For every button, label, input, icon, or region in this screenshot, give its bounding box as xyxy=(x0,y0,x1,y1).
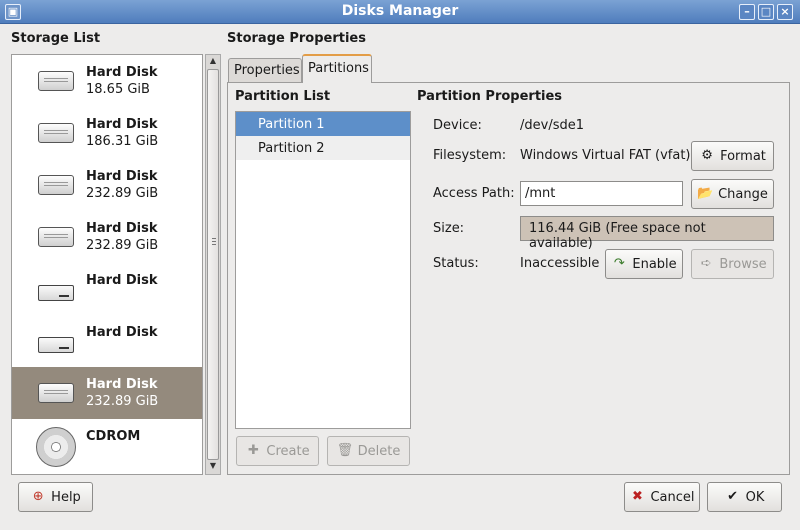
device-value: /dev/sde1 xyxy=(520,118,584,133)
format-icon: ⚙ xyxy=(701,148,713,163)
cancel-x-icon: ✖ xyxy=(632,489,643,504)
enable-arrow-icon: ↷ xyxy=(613,256,625,271)
storage-item[interactable]: Hard Disk 232.89 GiB xyxy=(12,211,202,263)
enable-button[interactable]: ↷ Enable xyxy=(605,249,683,279)
storage-item-name: Hard Disk xyxy=(86,117,158,132)
partition-list[interactable]: Partition 1 Partition 2 xyxy=(235,111,411,429)
partition-item[interactable]: Partition 2 xyxy=(236,136,410,160)
storage-item[interactable]: CDROM xyxy=(12,419,202,471)
partition-list-title: Partition List xyxy=(235,89,331,104)
tab-partitions[interactable]: Partitions xyxy=(302,54,372,83)
folder-icon: 📂 xyxy=(697,186,714,201)
window-title: Disks Manager xyxy=(341,3,459,19)
hard-disk-icon xyxy=(38,175,74,195)
maximize-button[interactable]: □ xyxy=(758,4,774,20)
storage-item[interactable]: Hard Disk xyxy=(12,315,202,367)
storage-list-scrollbar[interactable]: ▲ ▼ xyxy=(205,54,221,475)
storage-item-name: Hard Disk xyxy=(86,325,158,340)
filesystem-value: Windows Virtual FAT (vfat) xyxy=(520,148,691,163)
filesystem-label: Filesystem: xyxy=(433,148,507,163)
storage-item-name: Hard Disk xyxy=(86,65,158,80)
removable-disk-icon xyxy=(38,285,74,301)
storage-item-name: Hard Disk xyxy=(86,273,158,288)
storage-list[interactable]: Hard Disk 18.65 GiB Hard Disk 186.31 GiB… xyxy=(11,54,203,475)
cancel-button[interactable]: ✖ Cancel xyxy=(624,482,700,512)
storage-item-name: Hard Disk xyxy=(86,169,158,184)
ok-check-icon: ✔ xyxy=(727,489,739,504)
scroll-down-arrow-icon[interactable]: ▼ xyxy=(207,460,219,472)
help-lifebuoy-icon: ⊕ xyxy=(32,489,44,504)
hard-disk-icon xyxy=(38,71,74,91)
hard-disk-icon xyxy=(38,227,74,247)
scrollbar-thumb[interactable] xyxy=(207,69,219,460)
title-bar: ▣ Disks Manager – □ × xyxy=(0,0,800,24)
partition-properties-title: Partition Properties xyxy=(417,89,563,104)
storage-item-size: 232.89 GiB xyxy=(86,394,159,409)
storage-item[interactable]: Hard Disk 232.89 GiB xyxy=(12,159,202,211)
browse-arrow-icon: ➪ xyxy=(700,256,712,271)
access-path-label: Access Path: xyxy=(433,186,515,201)
storage-item-name: Hard Disk xyxy=(86,221,158,236)
removable-disk-icon xyxy=(38,337,74,353)
scroll-up-arrow-icon[interactable]: ▲ xyxy=(207,55,219,67)
cdrom-icon xyxy=(36,427,76,467)
change-button[interactable]: 📂 Change xyxy=(691,179,774,209)
status-value: Inaccessible xyxy=(520,256,600,271)
create-button[interactable]: ✚ Create xyxy=(236,436,319,466)
storage-properties-title: Storage Properties xyxy=(227,31,366,46)
hard-disk-icon xyxy=(38,383,74,403)
partition-item-selected[interactable]: Partition 1 xyxy=(236,112,410,136)
tab-properties[interactable]: Properties xyxy=(228,58,302,82)
access-path-input[interactable]: /mnt xyxy=(520,181,683,206)
storage-item[interactable]: Hard Disk 18.65 GiB xyxy=(12,55,202,107)
browse-button[interactable]: ➪ Browse xyxy=(691,249,774,279)
size-label: Size: xyxy=(433,221,465,236)
help-button[interactable]: ⊕ Help xyxy=(18,482,93,512)
storage-item-size: 186.31 GiB xyxy=(86,134,159,149)
hard-disk-icon xyxy=(38,123,74,143)
device-label: Device: xyxy=(433,118,482,133)
storage-list-title: Storage List xyxy=(11,31,101,46)
storage-item[interactable]: Hard Disk 186.31 GiB xyxy=(12,107,202,159)
minimize-button[interactable]: – xyxy=(739,4,755,20)
plus-icon: ✚ xyxy=(247,443,259,458)
storage-item[interactable]: Hard Disk xyxy=(12,263,202,315)
storage-item-size: 232.89 GiB xyxy=(86,238,159,253)
status-label: Status: xyxy=(433,256,479,271)
storage-item-size: 18.65 GiB xyxy=(86,82,150,97)
delete-button[interactable]: 🗑 Delete xyxy=(327,436,410,466)
format-button[interactable]: ⚙ Format xyxy=(691,141,774,171)
storage-item-name: CDROM xyxy=(86,429,141,444)
storage-item-size: 232.89 GiB xyxy=(86,186,159,201)
size-value: 116.44 GiB (Free space not available) xyxy=(520,216,774,251)
storage-item-selected[interactable]: Hard Disk 232.89 GiB xyxy=(12,367,202,419)
storage-item-name: Hard Disk xyxy=(86,377,158,392)
close-button[interactable]: × xyxy=(777,4,793,20)
ok-button[interactable]: ✔ OK xyxy=(707,482,782,512)
trash-icon: 🗑 xyxy=(336,443,354,458)
